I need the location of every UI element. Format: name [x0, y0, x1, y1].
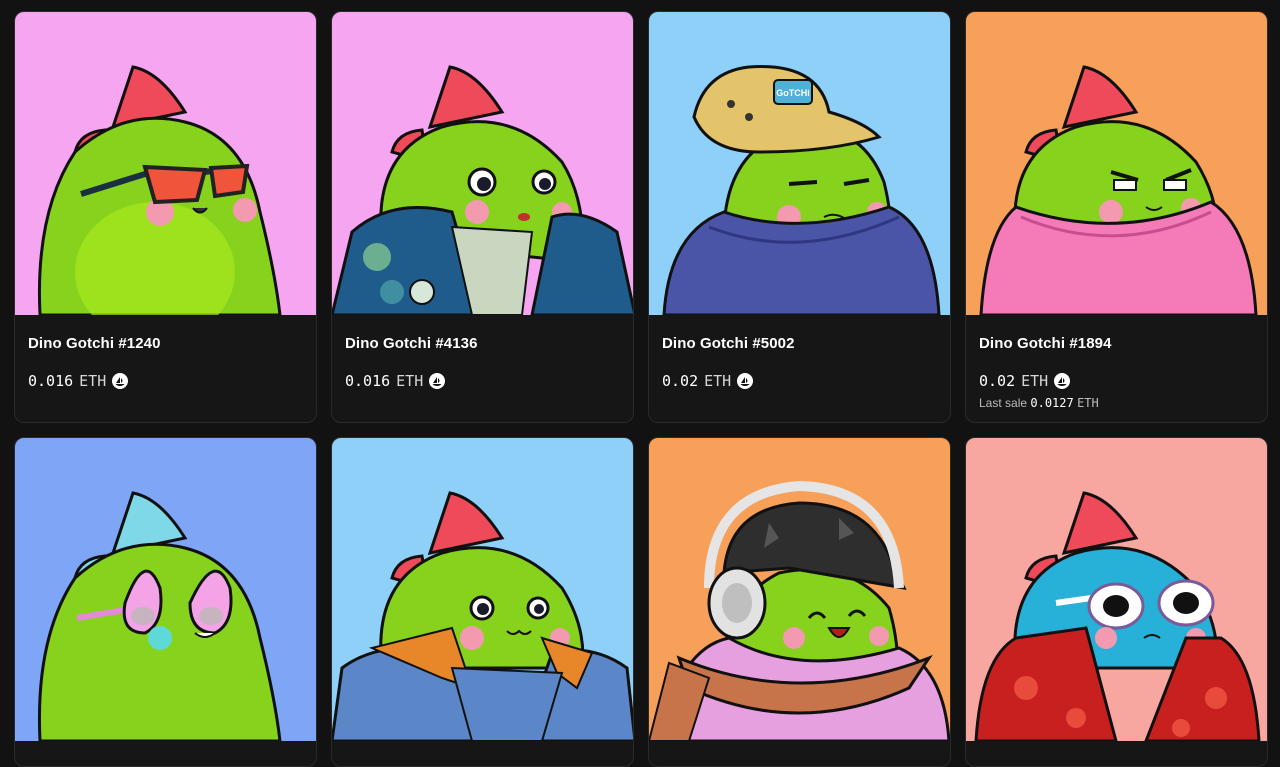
price-value: 0.02	[662, 372, 699, 390]
nft-title[interactable]: Dino Gotchi #1240	[28, 335, 303, 352]
dino-artwork	[15, 438, 316, 741]
nft-card[interactable]	[331, 437, 634, 767]
dino-artwork	[649, 438, 950, 741]
nft-card[interactable]: Dino Gotchi #1240 0.016 ETH	[14, 11, 317, 423]
price-currency: ETH	[79, 372, 107, 390]
dino-artwork	[966, 438, 1267, 741]
opensea-icon	[112, 373, 129, 389]
opensea-icon	[737, 373, 754, 389]
nft-title[interactable]: Dino Gotchi #5002	[662, 335, 937, 352]
dino-artwork	[332, 12, 633, 315]
nft-image[interactable]	[15, 12, 316, 315]
nft-image[interactable]	[332, 438, 633, 741]
nft-title[interactable]: Dino Gotchi #1894	[979, 335, 1254, 352]
nft-card[interactable]: GoTCHi Dino Gotchi #5002 0.02 ETH	[648, 11, 951, 423]
svg-text:GoTCHi: GoTCHi	[776, 88, 810, 98]
last-sale-value: 0.0127	[1030, 396, 1074, 410]
nft-price: 0.02 ETH	[979, 372, 1254, 390]
nft-image[interactable]	[15, 438, 316, 741]
nft-image[interactable]	[966, 12, 1267, 315]
nft-image[interactable]	[332, 12, 633, 315]
dino-artwork	[966, 12, 1267, 315]
nft-grid: Dino Gotchi #1240 0.016 ETH Dino Gotchi …	[14, 11, 1268, 767]
dino-artwork	[15, 12, 316, 315]
nft-image[interactable]	[649, 438, 950, 741]
nft-card[interactable]	[14, 437, 317, 767]
dino-artwork	[332, 438, 633, 741]
nft-price: 0.016 ETH	[345, 372, 620, 390]
dino-artwork: GoTCHi	[649, 12, 950, 315]
opensea-icon	[1054, 373, 1071, 389]
nft-title[interactable]: Dino Gotchi #4136	[345, 335, 620, 352]
nft-image[interactable]	[966, 438, 1267, 741]
nft-image[interactable]: GoTCHi	[649, 12, 950, 315]
last-sale-currency: ETH	[1077, 396, 1099, 410]
nft-price: 0.02 ETH	[662, 372, 937, 390]
price-value: 0.02	[979, 372, 1016, 390]
price-currency: ETH	[396, 372, 424, 390]
nft-price: 0.016 ETH	[28, 372, 303, 390]
price-currency: ETH	[704, 372, 732, 390]
price-currency: ETH	[1021, 372, 1049, 390]
nft-card[interactable]: Dino Gotchi #4136 0.016 ETH	[331, 11, 634, 423]
nft-card[interactable]: Dino Gotchi #1894 0.02 ETH Last sale 0.0…	[965, 11, 1268, 423]
nft-card[interactable]	[648, 437, 951, 767]
opensea-icon	[429, 373, 446, 389]
last-sale-label: Last sale	[979, 396, 1028, 410]
price-value: 0.016	[345, 372, 391, 390]
nft-card[interactable]	[965, 437, 1268, 767]
price-value: 0.016	[28, 372, 74, 390]
last-sale: Last sale 0.0127 ETH	[979, 396, 1254, 410]
